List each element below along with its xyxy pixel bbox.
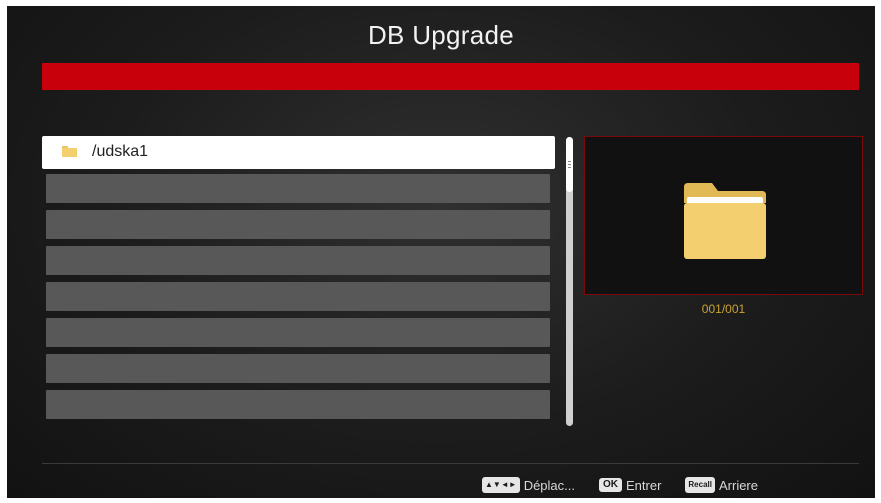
list-item[interactable] [46,282,550,311]
recall-key-icon: Recall [685,477,715,493]
list-item[interactable] [46,246,550,275]
list-item[interactable] [46,210,550,239]
title-accent-bar [42,63,859,90]
enter-hint: Entrer [626,477,662,493]
item-counter: 001/001 [701,302,746,316]
ok-key-icon: OK [599,478,622,492]
list-item[interactable] [46,390,550,419]
scroll-grip [568,161,571,162]
screen: DB Upgrade /udska1 001/001 ▲▼◄► Déplac..… [7,6,875,498]
scrollbar[interactable] [566,137,573,426]
list-item-selected[interactable]: /udska1 [42,136,555,169]
back-hint: Arriere [718,477,758,493]
list-item[interactable] [46,318,550,347]
list-item[interactable] [46,174,550,203]
page-title: DB Upgrade [367,20,515,50]
scroll-thumb[interactable] [566,137,573,192]
footer-divider [42,463,859,464]
list-item-label: /udska1 [92,143,149,160]
preview-panel [584,136,863,295]
list-item[interactable] [46,354,550,383]
navigate-hint: Déplac... [523,477,575,493]
scroll-grip [568,167,571,168]
footer-hints: ▲▼◄► Déplac... OK Entrer Recall Arriere [482,477,758,493]
navigate-keys-icon: ▲▼◄► [482,477,520,493]
scroll-grip [568,164,571,165]
folder-icon [62,146,77,157]
folder-icon [684,183,766,259]
